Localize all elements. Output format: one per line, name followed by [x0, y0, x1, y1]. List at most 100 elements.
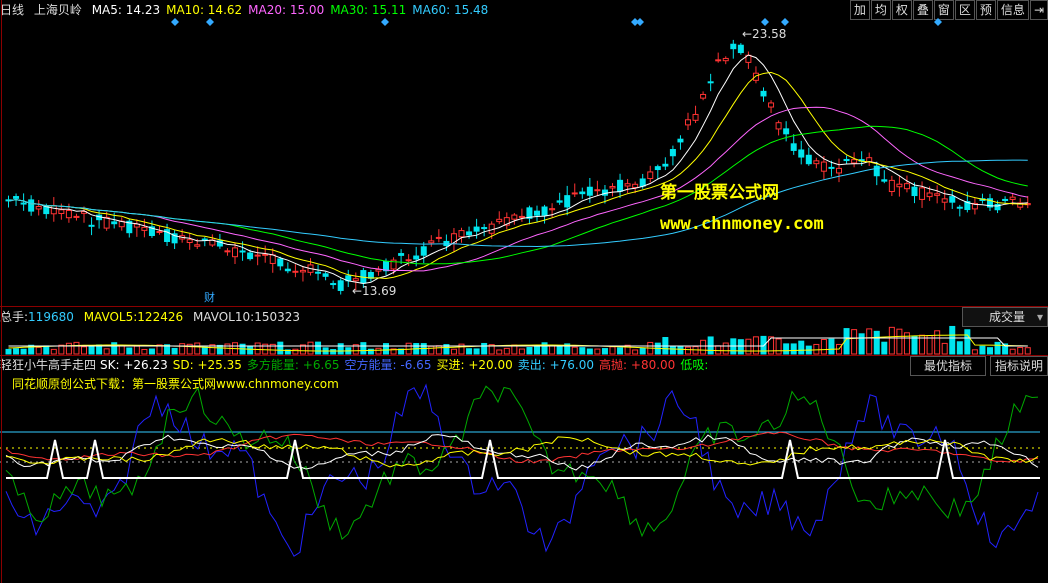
best-indicator-button[interactable]: 最优指标	[910, 356, 986, 376]
candle-body	[798, 149, 805, 158]
candle-body	[775, 122, 782, 130]
volume-bar	[428, 345, 435, 355]
volume-bar	[383, 343, 389, 355]
candle-body	[609, 185, 616, 189]
indicator-legend-item: 多方能量: +6.65	[246, 358, 340, 372]
volume-bar	[941, 342, 948, 355]
candle-body	[624, 183, 631, 187]
volume-bar	[88, 345, 95, 355]
indicator-legend-item: SD: +25.35	[172, 358, 242, 372]
candle-body	[571, 192, 578, 195]
candle-body	[488, 223, 495, 234]
candle-body	[65, 210, 72, 219]
volume-bar	[594, 348, 601, 355]
candle-body	[277, 258, 284, 267]
buy-signal-line	[6, 439, 1040, 479]
candle-body	[352, 278, 359, 282]
candle-body	[783, 128, 790, 135]
candle-body	[805, 154, 812, 165]
volume-bar	[65, 342, 72, 355]
candle-body	[43, 206, 50, 215]
mavol5-label: MAVOL5:	[83, 310, 138, 324]
volume-bar	[518, 348, 525, 355]
candle-body	[639, 178, 646, 187]
candle-body	[586, 186, 593, 196]
volume-bar	[601, 348, 608, 355]
volume-bar	[450, 348, 457, 355]
indicator-explain-button[interactable]: 指标说明	[990, 356, 1048, 376]
volume-bar	[179, 343, 186, 355]
volume-bar	[5, 348, 12, 355]
candle-body	[518, 215, 525, 218]
mavol10-label: MAVOL10:	[192, 310, 255, 324]
ma30-line	[8, 125, 1028, 265]
volume-bar	[111, 342, 118, 355]
candle-body	[888, 179, 895, 193]
volume-bar	[745, 338, 752, 355]
volume-bar	[375, 347, 382, 355]
candle-body	[413, 255, 420, 260]
candle-body	[647, 171, 654, 180]
volume-bar	[133, 345, 140, 355]
volume-bar	[526, 347, 533, 355]
candle-body	[269, 254, 276, 264]
volume-bar	[216, 344, 223, 355]
candle-body	[239, 250, 246, 253]
high-price-label: ←23.58	[742, 27, 786, 41]
candle-body	[88, 224, 95, 227]
volume-bar	[579, 347, 586, 355]
volume-bar	[820, 338, 827, 355]
volume-indicator-select[interactable]: 成交量 ▾	[962, 307, 1048, 327]
candle-body	[428, 240, 435, 244]
candle-body	[194, 244, 201, 247]
candle-body	[1009, 196, 1016, 200]
candle-body	[247, 252, 254, 260]
volume-bar	[224, 343, 231, 355]
volume-bar	[171, 347, 178, 355]
candle-body	[836, 167, 842, 174]
event-diamond-icon	[381, 18, 389, 26]
volume-bar	[481, 342, 488, 355]
candle-body	[919, 187, 926, 200]
candle-body	[541, 206, 548, 216]
volume-bar	[896, 328, 903, 355]
candle-body	[760, 90, 767, 97]
candle-body	[911, 186, 918, 197]
candle-body	[843, 158, 850, 162]
indicator-legend-item: 空方能量: -6.65	[344, 358, 432, 372]
chevron-down-icon: ▾	[1036, 310, 1043, 324]
chart-canvas: ←23.58 ←13.69 财	[0, 18, 1040, 557]
candle-body	[511, 214, 518, 220]
volume-bar	[496, 349, 503, 355]
candle-body	[1002, 198, 1009, 202]
volume-indicator-divider	[0, 355, 1048, 356]
volume-bar	[118, 345, 125, 355]
volume-bar	[534, 346, 540, 355]
volume-bar	[964, 329, 971, 355]
volume-bar	[609, 346, 616, 355]
candle-body	[820, 161, 827, 172]
candle-body	[677, 138, 684, 143]
volume-bar	[126, 347, 133, 355]
volume-bar	[292, 348, 299, 355]
volume-bar	[828, 338, 835, 355]
volume-bar	[1009, 348, 1016, 355]
candle-body	[737, 44, 744, 54]
candle-body	[315, 271, 322, 274]
short-energy-line	[5, 383, 1039, 557]
volume-bar	[987, 347, 993, 355]
volume-bar	[330, 349, 337, 355]
volume-bar	[81, 346, 87, 355]
candle-body	[896, 183, 903, 188]
volume-bar	[715, 345, 722, 355]
candle-body	[594, 189, 601, 192]
candle-body	[654, 166, 661, 171]
volume-bar	[677, 346, 684, 355]
volume-bar	[783, 343, 790, 355]
left-axis-line	[1, 0, 2, 583]
candle-body	[232, 247, 238, 258]
volume-bar	[956, 341, 963, 355]
candle-body	[405, 259, 412, 262]
candle-body	[58, 209, 65, 214]
candle-body	[669, 149, 676, 157]
